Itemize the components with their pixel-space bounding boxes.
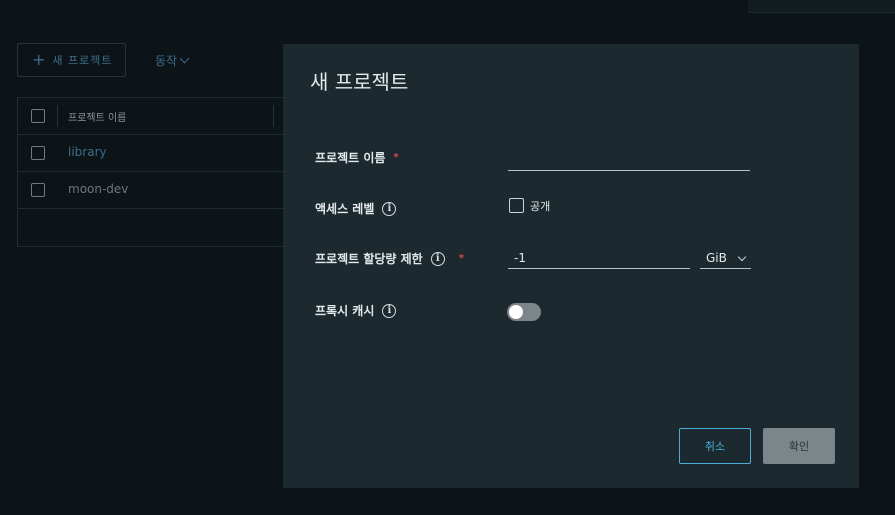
quota-label-text: 프로젝트 할당량 제한 (315, 252, 423, 266)
proxy-cache-label-text: 프록시 캐시 (315, 304, 375, 318)
info-icon[interactable]: i (430, 251, 445, 266)
public-checkbox-label[interactable]: 공개 (530, 198, 550, 214)
quota-input[interactable] (508, 248, 690, 269)
row-checkbox[interactable] (31, 146, 45, 160)
public-checkbox[interactable] (509, 198, 524, 213)
toggle-knob (509, 305, 523, 319)
quota-unit-select[interactable]: GiB (700, 248, 751, 269)
project-name-link[interactable]: moon-dev (68, 182, 128, 196)
dialog-title: 새 프로젝트 (310, 70, 409, 94)
access-level-label-text: 액세스 레벨 (315, 202, 375, 216)
proxy-cache-label: 프록시 캐시 i (315, 302, 397, 319)
confirm-button[interactable]: 확인 (763, 428, 835, 464)
info-icon[interactable]: i (382, 201, 397, 216)
required-mark: * (458, 253, 464, 264)
table-row: moon-dev (18, 172, 316, 209)
required-mark: * (393, 152, 399, 163)
quota-unit-value: GiB (706, 251, 727, 265)
action-dropdown-label: 동작 (155, 54, 178, 68)
chevron-down-icon (179, 53, 190, 64)
access-level-label: 액세스 레벨 i (315, 200, 397, 217)
chevron-down-icon (737, 252, 747, 261)
column-divider (273, 105, 274, 127)
project-name-label: 프로젝트 이름 * (315, 149, 399, 166)
info-icon[interactable]: i (382, 303, 397, 318)
quota-label: 프로젝트 할당량 제한 i * (315, 250, 464, 267)
column-divider (57, 105, 58, 127)
project-name-link[interactable]: library (68, 145, 107, 159)
new-project-dialog: 새 프로젝트 프로젝트 이름 * 액세스 레벨 i 공개 프로젝트 할당량 제한… (283, 44, 859, 488)
project-name-label-text: 프로젝트 이름 (315, 151, 386, 165)
plus-icon: + (32, 50, 47, 69)
project-name-input[interactable] (508, 150, 750, 171)
new-project-label: 새 프로젝트 (52, 54, 113, 67)
project-grid: 프로젝트 이름 library moon-dev (17, 97, 317, 247)
column-header-name[interactable]: 프로젝트 이름 (68, 109, 126, 124)
new-project-button[interactable]: + 새 프로젝트 (17, 43, 126, 77)
cancel-button[interactable]: 취소 (679, 428, 751, 464)
table-row: library (18, 135, 316, 172)
grid-header: 프로젝트 이름 (18, 98, 316, 135)
top-strip (748, 0, 895, 13)
action-dropdown[interactable]: 동작 (155, 52, 190, 69)
proxy-cache-toggle[interactable] (507, 303, 541, 321)
row-checkbox[interactable] (31, 183, 45, 197)
select-all-checkbox[interactable] (31, 109, 45, 123)
